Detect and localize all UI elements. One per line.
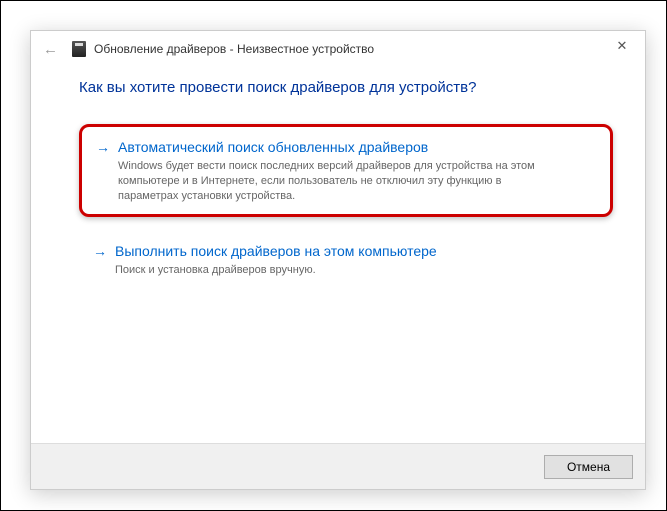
back-icon[interactable]: ← <box>39 37 62 62</box>
option-local-search[interactable]: → Выполнить поиск драйверов на этом комп… <box>79 231 613 288</box>
dialog-footer: Отмена <box>31 443 645 489</box>
option-auto-search[interactable]: → Автоматический поиск обновленных драйв… <box>79 124 613 217</box>
window-title: Обновление драйверов - Неизвестное устро… <box>94 42 374 56</box>
arrow-right-icon: → <box>96 137 110 157</box>
content-area: Как вы хотите провести поиск драйверов д… <box>31 67 645 443</box>
option-header: → Автоматический поиск обновленных драйв… <box>96 137 596 157</box>
close-button[interactable]: ✕ <box>599 31 645 61</box>
titlebar: ← Обновление драйверов - Неизвестное уст… <box>31 31 645 67</box>
option-title: Выполнить поиск драйверов на этом компью… <box>115 241 437 261</box>
option-title: Автоматический поиск обновленных драйвер… <box>118 137 428 157</box>
option-description: Поиск и установка драйверов вручную. <box>115 263 535 278</box>
device-icon <box>72 41 86 57</box>
driver-update-dialog: ← Обновление драйверов - Неизвестное уст… <box>30 30 646 490</box>
option-description: Windows будет вести поиск последних верс… <box>118 159 538 204</box>
close-icon: ✕ <box>617 38 628 54</box>
option-header: → Выполнить поиск драйверов на этом комп… <box>93 241 599 261</box>
arrow-right-icon: → <box>93 241 107 261</box>
cancel-button[interactable]: Отмена <box>544 455 633 479</box>
page-heading: Как вы хотите провести поиск драйверов д… <box>79 79 613 96</box>
